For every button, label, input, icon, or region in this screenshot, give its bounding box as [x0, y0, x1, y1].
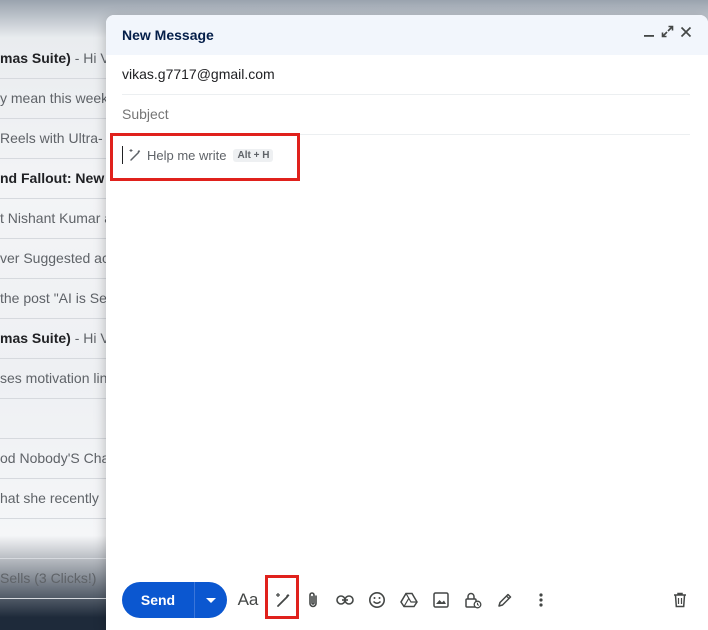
link-icon[interactable] — [334, 589, 356, 611]
compose-window: New Message vikas.g7717@gmail.com Subjec… — [106, 15, 708, 630]
highlight-box-toolbar — [265, 575, 299, 619]
close-icon[interactable] — [677, 25, 695, 43]
inbox-row-snippet: od Nobody'S Cha — [0, 450, 110, 466]
inbox-row-snippet: ver Suggested ac — [0, 250, 109, 266]
inbox-row-sender: nd Fallout: New V — [0, 170, 118, 186]
expand-icon[interactable] — [658, 25, 676, 43]
send-button[interactable]: Send — [122, 582, 194, 618]
inbox-row-snippet: y mean this week — [0, 90, 109, 106]
send-button-group: Send — [122, 582, 227, 618]
formatting-icon[interactable]: Aa — [237, 589, 259, 611]
more-options-icon[interactable] — [530, 589, 552, 611]
inbox-row-snippet: hat she recently — [0, 490, 99, 506]
compose-title: New Message — [122, 27, 214, 43]
inbox-row-snippet: ses motivation lin — [0, 370, 108, 386]
inbox-row-snippet: t Nishant Kumar a — [0, 210, 113, 226]
send-options-button[interactable] — [195, 582, 227, 618]
to-field[interactable]: vikas.g7717@gmail.com — [122, 55, 690, 95]
drive-icon[interactable] — [398, 589, 420, 611]
subject-field[interactable]: Subject — [122, 95, 690, 135]
signature-icon[interactable] — [494, 589, 516, 611]
minimize-icon[interactable] — [640, 25, 658, 43]
inbox-row-snippet: Reels with Ultra- — [0, 130, 103, 146]
attach-icon[interactable] — [302, 589, 324, 611]
compose-header: New Message — [106, 15, 708, 55]
inbox-row-snippet: the post "AI is Se — [0, 290, 107, 306]
inbox-row-snippet: Sells (3 Clicks!) — [0, 570, 97, 586]
inbox-row-sender: mas Suite) — [0, 330, 71, 346]
emoji-icon[interactable] — [366, 589, 388, 611]
inbox-row-sender: mas Suite) — [0, 50, 71, 66]
delete-icon[interactable] — [669, 589, 691, 611]
photo-icon[interactable] — [430, 589, 452, 611]
highlight-box-help-me-write — [110, 133, 300, 181]
confidential-mode-icon[interactable] — [462, 589, 484, 611]
message-body[interactable]: Help me write Alt + H — [122, 143, 690, 563]
